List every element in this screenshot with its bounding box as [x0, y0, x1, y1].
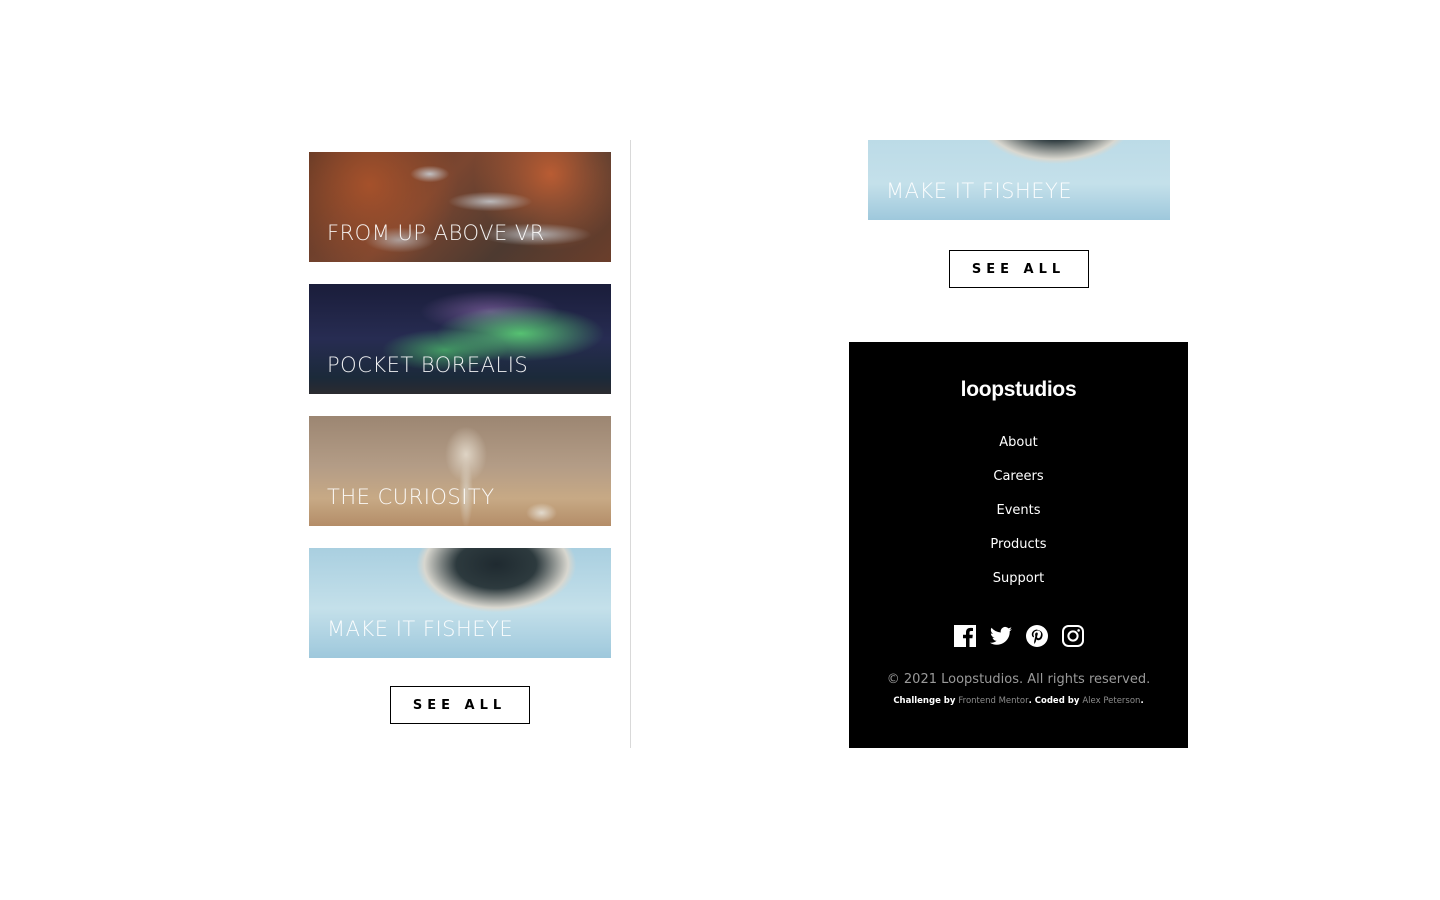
creation-card-the-curiosity[interactable]: The curiosity [309, 416, 611, 526]
creation-card-from-up-above-vr[interactable]: From up above VR [309, 152, 611, 262]
creations-list-mobile: From up above VR Pocket borealis The cur… [309, 152, 611, 680]
creation-card-title: Make it fisheye [886, 179, 1073, 203]
footer-nav-link-careers[interactable]: Careers [993, 469, 1043, 484]
footer-nav-item: Support [849, 566, 1188, 600]
instagram-icon[interactable] [1061, 624, 1085, 648]
see-all-button[interactable]: SEE ALL [949, 250, 1089, 288]
footer-nav: About Careers Events Products Support [849, 430, 1188, 600]
footer-nav-item: About [849, 430, 1188, 464]
footer-nav-link-about[interactable]: About [999, 435, 1037, 450]
footer-nav-link-support[interactable]: Support [993, 571, 1044, 586]
facebook-icon[interactable] [953, 624, 977, 648]
footer-nav-item: Products [849, 532, 1188, 566]
author-link[interactable]: Alex Peterson [1082, 696, 1140, 706]
attribution: Challenge by Frontend Mentor. Coded by A… [849, 696, 1188, 706]
frontend-mentor-link[interactable]: Frontend Mentor [958, 696, 1028, 706]
footer-nav-item: Careers [849, 464, 1188, 498]
footer-logo[interactable]: loopstudios [849, 378, 1188, 402]
attribution-challenge-prefix: Challenge by [893, 696, 959, 706]
footer-nav-link-products[interactable]: Products [990, 537, 1046, 552]
twitter-icon[interactable] [989, 624, 1013, 648]
site-footer: loopstudios About Careers Events Product… [849, 342, 1188, 748]
column-divider [630, 140, 631, 748]
creation-card-make-it-fisheye[interactable]: Make it fisheye [309, 548, 611, 658]
creation-card-title: Pocket borealis [327, 353, 529, 377]
see-all-button[interactable]: SEE ALL [390, 686, 530, 724]
social-links [849, 624, 1188, 648]
creation-card-title: From up above VR [327, 221, 545, 245]
creation-card-pocket-borealis[interactable]: Pocket borealis [309, 284, 611, 394]
creation-card-make-it-fisheye-cropped[interactable]: Make it fisheye [868, 140, 1170, 220]
creation-card-title: The curiosity [327, 485, 495, 509]
copyright-text: © 2021 Loopstudios. All rights reserved. [886, 672, 1151, 687]
page: From up above VR Pocket borealis The cur… [0, 0, 1440, 900]
pinterest-icon[interactable] [1025, 624, 1049, 648]
footer-nav-item: Events [849, 498, 1188, 532]
creation-card-title: Make it fisheye [327, 617, 514, 641]
attribution-coded-prefix: . Coded by [1028, 696, 1083, 706]
footer-nav-link-events[interactable]: Events [996, 503, 1040, 518]
attribution-suffix: . [1140, 696, 1144, 706]
